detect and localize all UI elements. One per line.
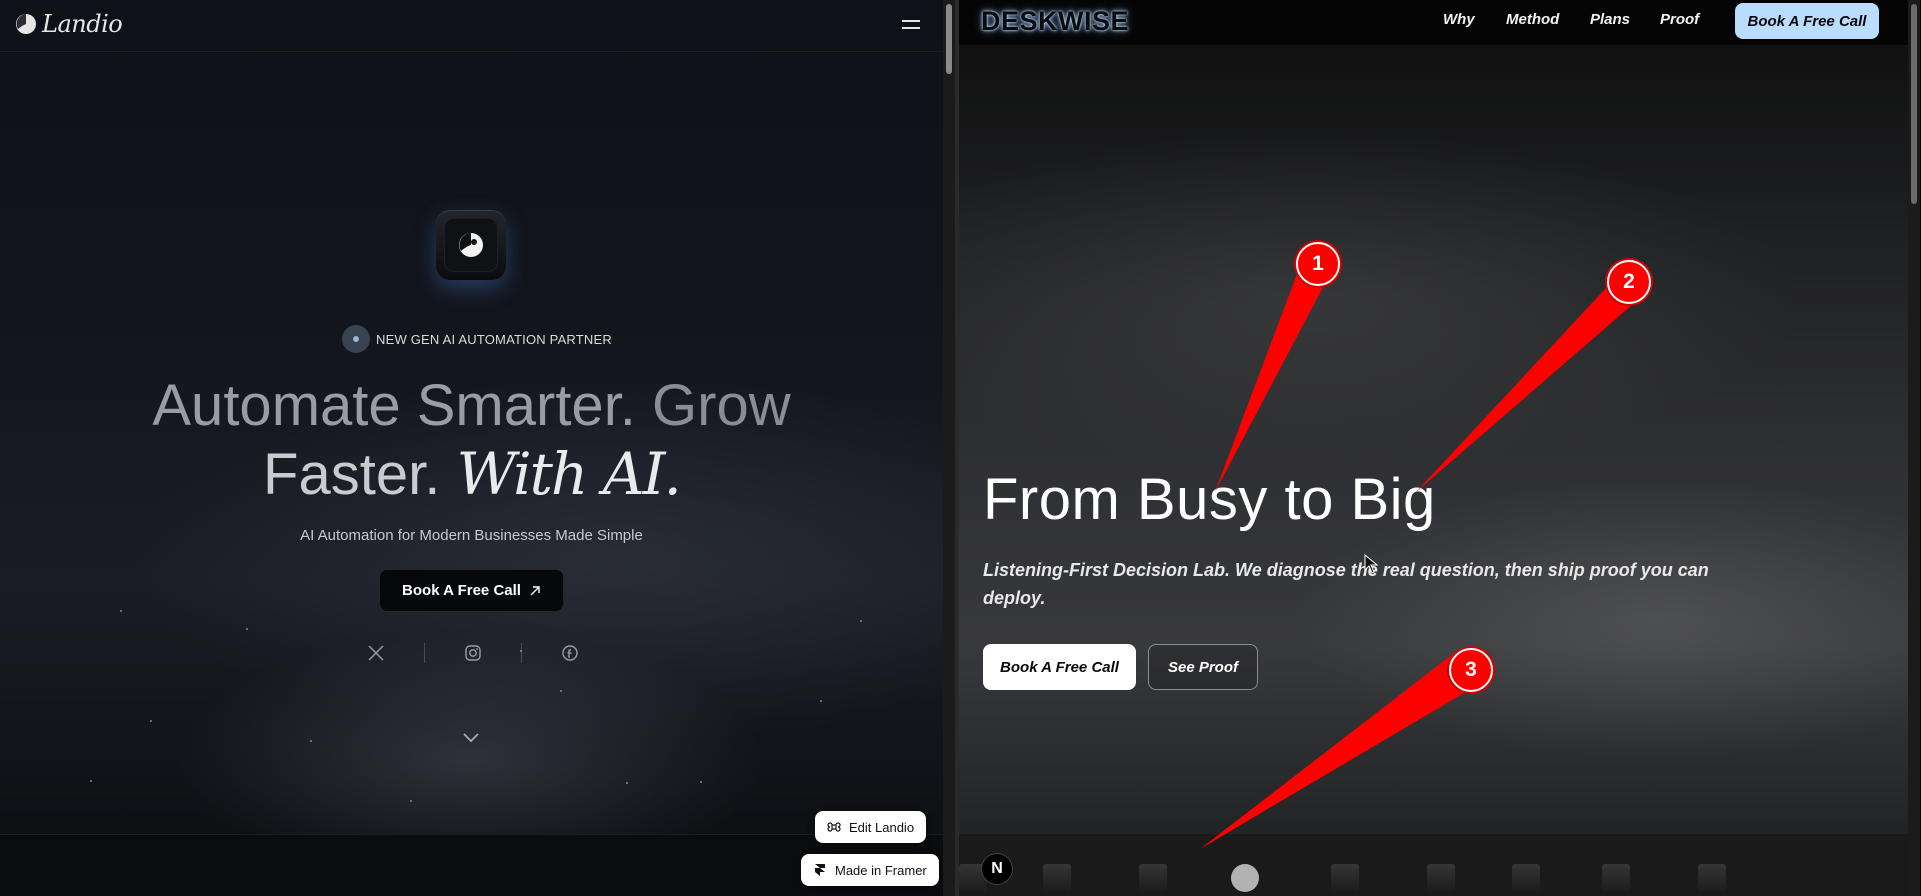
client-logo — [1331, 864, 1359, 892]
facebook-social-link[interactable] — [546, 641, 594, 665]
headline-part-3: Faster. — [263, 442, 441, 507]
nav-link-plans[interactable]: Plans — [1590, 11, 1630, 28]
nextjs-badge[interactable]: N — [981, 853, 1013, 885]
edit-landio-badge[interactable]: Edit Landio — [815, 811, 927, 843]
chevron-down-icon[interactable] — [461, 730, 481, 744]
landio-mark-icon — [459, 233, 483, 257]
instagram-icon — [465, 645, 481, 661]
nav-book-call-button[interactable]: Book A Free Call — [1735, 3, 1879, 39]
landio-headline: Automate Smarter. Grow Faster. With AI. — [0, 372, 943, 509]
deskwise-page: DESKWISE Why Method Plans Proof Book A F… — [959, 0, 1908, 896]
landio-book-call-button[interactable]: Book A Free Call — [379, 569, 564, 612]
book-call-button[interactable]: Book A Free Call — [983, 644, 1136, 690]
made-in-framer-badge[interactable]: Made in Framer — [801, 854, 939, 886]
facebook-icon — [562, 645, 578, 661]
app-icon — [436, 210, 506, 280]
deskwise-navbar: DESKWISE Why Method Plans Proof Book A F… — [959, 0, 1908, 46]
menu-icon[interactable] — [900, 16, 924, 36]
social-links — [352, 641, 594, 665]
x-social-link[interactable] — [352, 641, 400, 665]
client-logo — [1512, 864, 1540, 892]
tagline-pill: NEW GEN AI AUTOMATION PARTNER — [342, 325, 612, 353]
tagline-text: NEW GEN AI AUTOMATION PARTNER — [376, 331, 612, 347]
headline-part-4: With AI. — [456, 440, 681, 508]
client-logo-strip: N — [959, 833, 1908, 896]
screenshot-root: Landio NEW GEN AI AUTOMATION PARTNER Aut… — [0, 0, 1921, 896]
client-logo — [1231, 864, 1259, 892]
landio-logo[interactable]: Landio — [14, 10, 123, 38]
deskwise-headline: From Busy to Big — [983, 467, 1436, 532]
landio-cta-label: Book A Free Call — [402, 582, 521, 599]
landio-logo-icon — [16, 14, 36, 34]
landio-subtitle: AI Automation for Modern Businesses Made… — [300, 527, 643, 544]
client-logo — [1427, 864, 1455, 892]
headline-part-1: Automate Smarter. — [152, 373, 636, 438]
client-logo — [1139, 864, 1167, 892]
see-proof-button[interactable]: See Proof — [1148, 644, 1258, 690]
instagram-social-link[interactable] — [449, 641, 497, 665]
client-logo — [1043, 864, 1071, 892]
deskwise-subtitle: Listening-First Decision Lab. We diagnos… — [983, 560, 1709, 608]
made-in-framer-label: Made in Framer — [835, 862, 927, 878]
deskwise-logo[interactable]: DESKWISE — [981, 6, 1129, 37]
divider — [424, 643, 425, 663]
landio-header: Landio — [0, 0, 943, 52]
x-icon — [368, 645, 384, 661]
arrow-up-right-icon — [530, 585, 540, 595]
client-logo — [1602, 864, 1630, 892]
left-scrollbar-thumb[interactable] — [946, 4, 952, 74]
headline-part-2: Grow — [652, 373, 791, 438]
right-scrollbar[interactable] — [1908, 0, 1920, 896]
left-scrollbar[interactable] — [943, 0, 955, 896]
status-dot-icon — [342, 325, 370, 353]
landio-page: Landio NEW GEN AI AUTOMATION PARTNER Aut… — [0, 0, 943, 896]
nav-link-method[interactable]: Method — [1506, 11, 1559, 28]
client-logo — [1698, 864, 1726, 892]
right-scrollbar-thumb[interactable] — [1911, 4, 1917, 204]
edit-landio-label: Edit Landio — [849, 819, 915, 835]
command-icon — [827, 822, 841, 832]
mouse-cursor-icon — [1364, 554, 1378, 574]
landio-brand-name: Landio — [42, 10, 123, 38]
nav-link-proof[interactable]: Proof — [1660, 11, 1699, 28]
divider — [521, 643, 522, 663]
nav-link-why[interactable]: Why — [1443, 11, 1475, 28]
framer-icon — [815, 864, 825, 876]
